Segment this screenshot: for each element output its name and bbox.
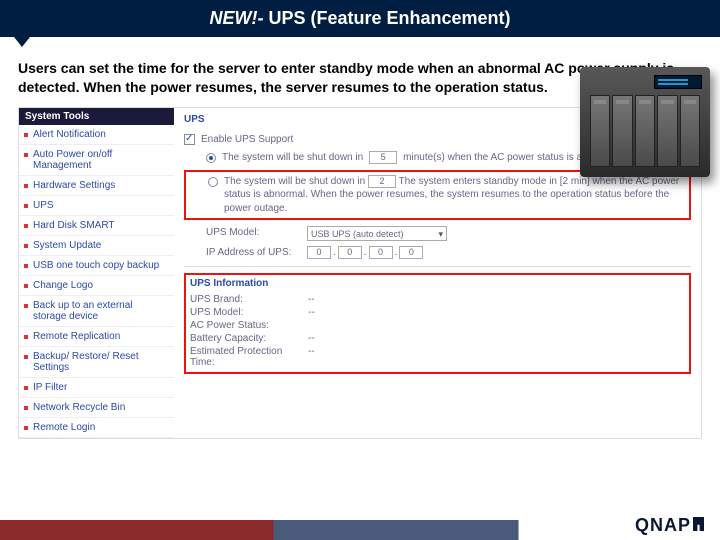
sidebar-item-alert[interactable]: Alert Notification <box>19 125 174 145</box>
sidebar-item-replication[interactable]: Remote Replication <box>19 327 174 347</box>
standby-text: The system will be shut down in 2 The sy… <box>224 175 685 216</box>
ip-octet-3[interactable]: 0 <box>369 246 393 259</box>
sidebar-heading: System Tools <box>19 108 174 125</box>
standby-radio[interactable] <box>208 177 218 187</box>
sidebar: System Tools Alert Notification Auto Pow… <box>19 108 174 438</box>
drive-bay <box>635 95 655 167</box>
header-prefix: NEW!- <box>209 8 263 28</box>
sidebar-item-logo[interactable]: Change Logo <box>19 276 174 296</box>
header-rest: UPS (Feature Enhancement) <box>263 8 510 28</box>
ip-octet-4[interactable]: 0 <box>399 246 423 259</box>
nas-display <box>654 75 702 89</box>
sidebar-item-hardware[interactable]: Hardware Settings <box>19 176 174 196</box>
ip-octet-1[interactable]: 0 <box>307 246 331 259</box>
sidebar-menu: Alert Notification Auto Power on/off Man… <box>19 125 174 438</box>
sidebar-item-recyclebin[interactable]: Network Recycle Bin <box>19 398 174 418</box>
ups-model-label: UPS Model: <box>206 226 301 240</box>
sidebar-item-smart[interactable]: Hard Disk SMART <box>19 216 174 236</box>
standby-minutes-input[interactable]: 2 <box>368 175 396 188</box>
drive-bay <box>657 95 677 167</box>
sidebar-item-usb-backup[interactable]: USB one touch copy backup <box>19 256 174 276</box>
shutdown-minutes-input[interactable]: 5 <box>369 151 397 164</box>
sidebar-item-update[interactable]: System Update <box>19 236 174 256</box>
drive-bay <box>590 95 610 167</box>
nas-device-image <box>580 67 710 177</box>
info-row-acstatus: AC Power Status: <box>190 319 685 332</box>
ups-ip-label: IP Address of UPS: <box>206 246 301 260</box>
ip-octet-2[interactable]: 0 <box>338 246 362 259</box>
sidebar-item-ipfilter[interactable]: IP Filter <box>19 378 174 398</box>
footer-bar <box>0 520 720 540</box>
ups-ip-input: 0. 0. 0. 0 <box>307 246 423 260</box>
drive-bay <box>680 95 700 167</box>
divider <box>184 266 691 267</box>
enable-ups-checkbox[interactable] <box>184 134 195 145</box>
info-row-protectiontime: Estimated Protection Time:-- <box>190 345 685 369</box>
sidebar-item-backup-restore[interactable]: Backup/ Restore/ Reset Settings <box>19 347 174 378</box>
screenshot-stage: System Tools Alert Notification Auto Pow… <box>18 107 702 439</box>
standby-option-row: The system will be shut down in 2 The sy… <box>190 175 685 216</box>
info-row-model: UPS Model:-- <box>190 306 685 319</box>
nas-drive-bays <box>590 95 700 167</box>
ups-model-select[interactable]: USB UPS (auto detect) <box>307 226 447 241</box>
sidebar-item-ext-backup[interactable]: Back up to an external storage device <box>19 296 174 327</box>
house-icon <box>693 517 704 531</box>
shutdown-radio[interactable] <box>206 153 216 163</box>
info-row-battery: Battery Capacity:-- <box>190 332 685 345</box>
sidebar-item-autopower[interactable]: Auto Power on/off Management <box>19 145 174 176</box>
slide-header: NEW!- UPS (Feature Enhancement) <box>0 0 720 37</box>
highlight-ups-info: UPS Information UPS Brand:-- UPS Model:-… <box>184 273 691 374</box>
info-row-brand: UPS Brand:-- <box>190 293 685 306</box>
sidebar-item-remotelogin[interactable]: Remote Login <box>19 418 174 438</box>
enable-ups-label: Enable UPS Support <box>201 133 293 147</box>
drive-bay <box>612 95 632 167</box>
sidebar-item-ups[interactable]: UPS <box>19 196 174 216</box>
ups-ip-row: IP Address of UPS: 0. 0. 0. 0 <box>184 246 691 260</box>
qnap-logo: QNAP <box>635 515 704 536</box>
highlight-standby-option: The system will be shut down in 2 The sy… <box>184 170 691 221</box>
ups-info-title: UPS Information <box>190 278 685 289</box>
shutdown-text-a: The system will be shut down in <box>222 151 363 165</box>
ups-model-row: UPS Model: USB UPS (auto detect) <box>184 226 691 241</box>
